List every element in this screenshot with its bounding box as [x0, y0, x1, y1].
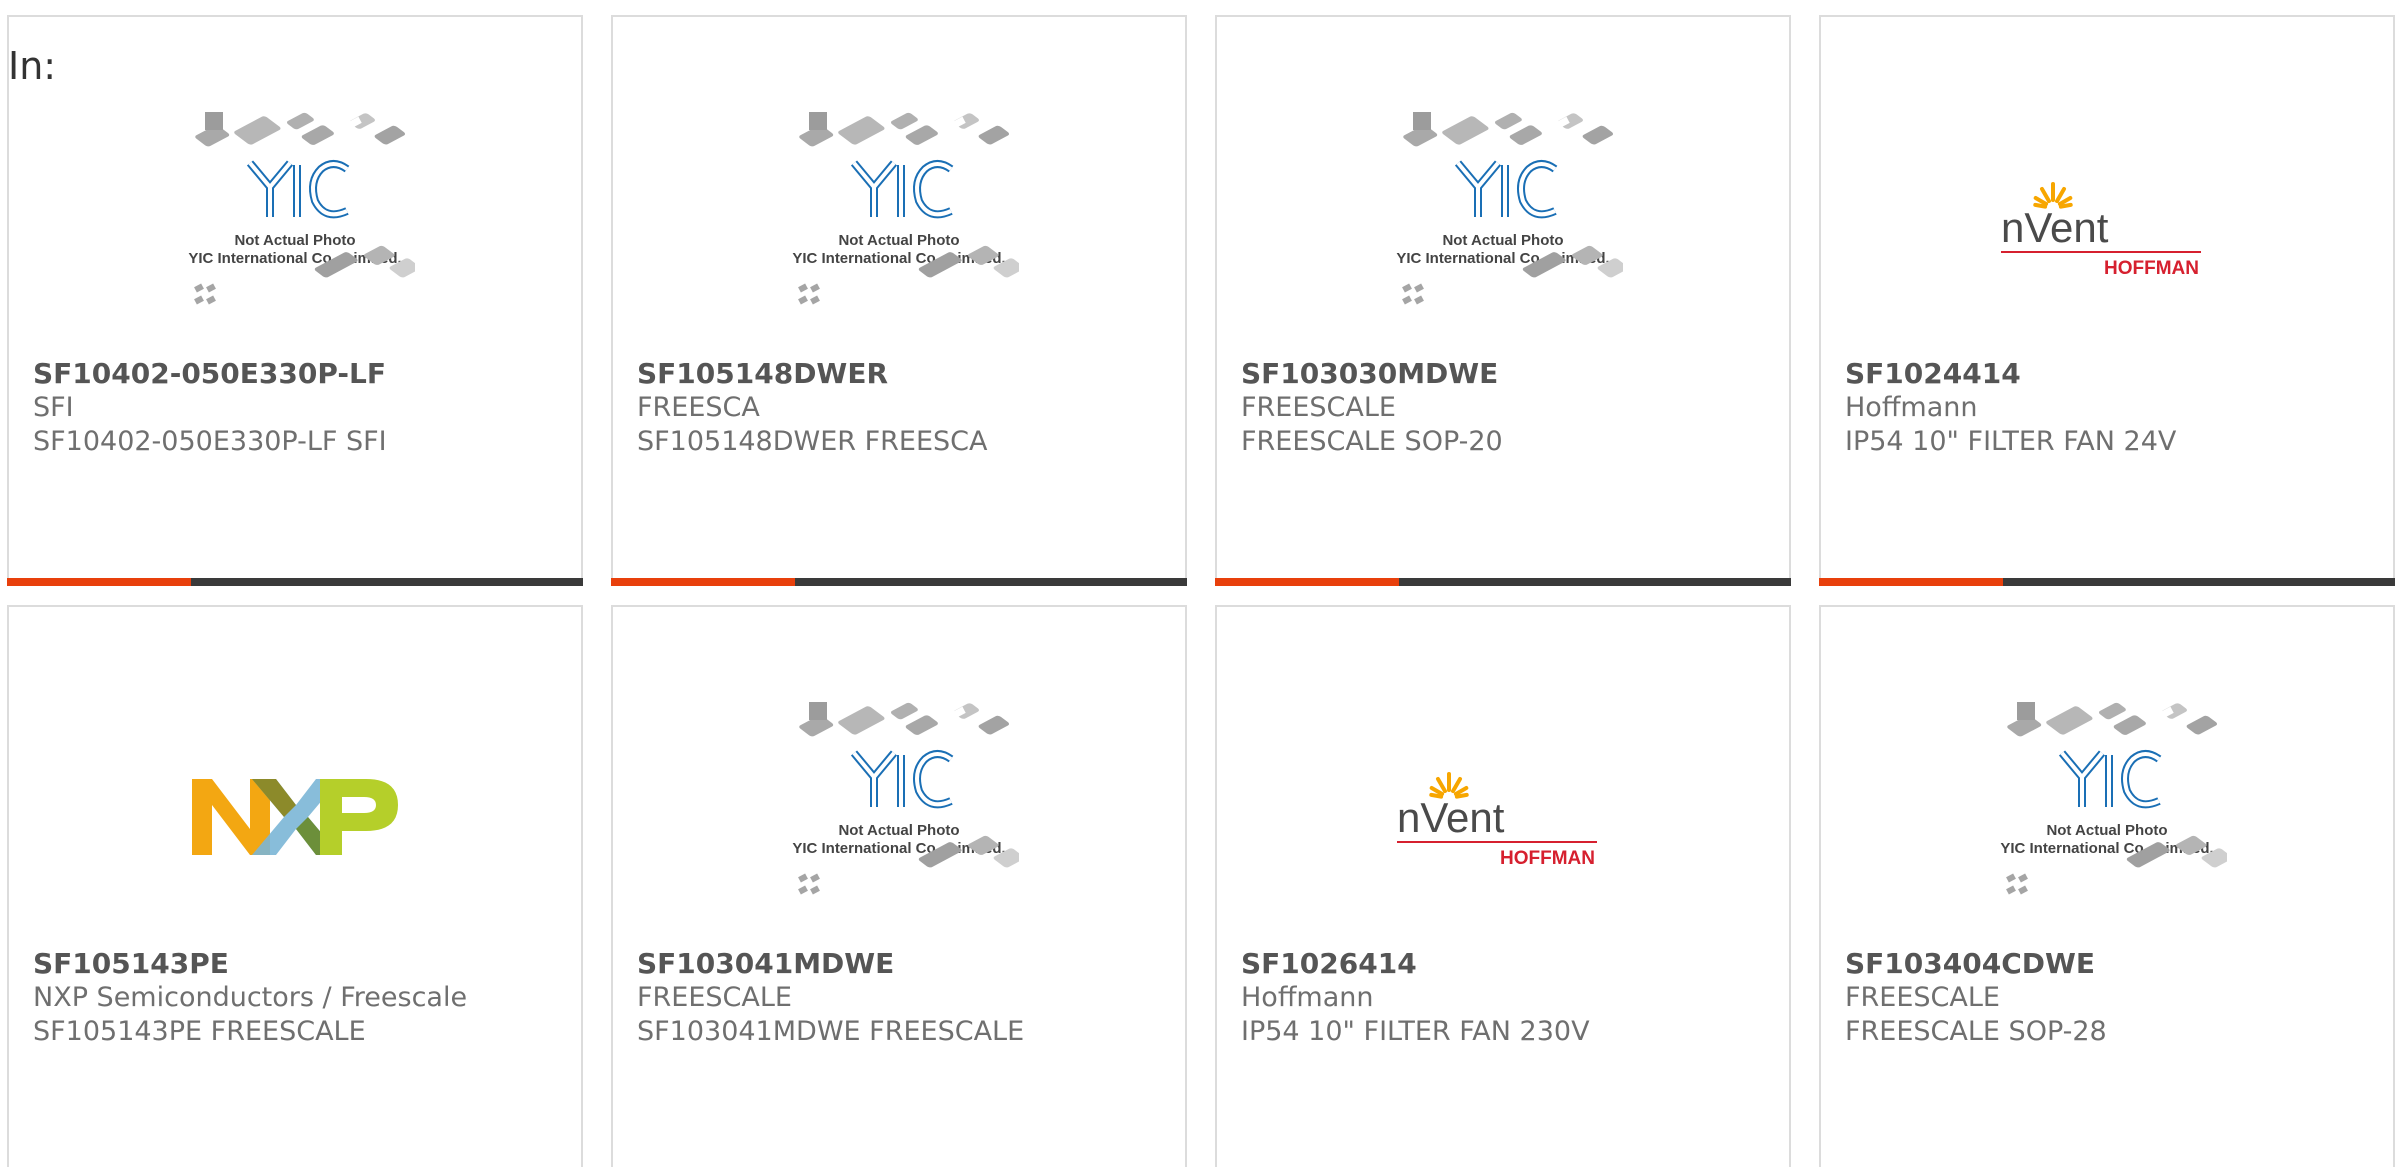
yic-placeholder-logo: Not Actual PhotoYIC International Co., L…: [188, 112, 415, 319]
description: SF105143PE FREESCALE: [33, 1016, 366, 1047]
product-image[interactable]: [9, 692, 581, 942]
description: FREESCALE SOP-28: [1845, 1016, 2107, 1047]
part-number[interactable]: SF1026414: [1241, 947, 1779, 981]
part-number[interactable]: SF103404CDWE: [1845, 947, 2383, 981]
manufacturer: SFI: [33, 392, 74, 423]
card-bottom-bar: [7, 578, 583, 586]
svg-text:nVent: nVent: [2001, 204, 2109, 251]
part-number[interactable]: SF103041MDWE: [637, 947, 1175, 981]
nvent-hoffman-logo: nVent HOFFMAN: [1397, 772, 1597, 869]
part-number[interactable]: SF1024414: [1845, 357, 2383, 391]
svg-text:Not Actual Photo: Not Actual Photo: [838, 822, 959, 839]
part-number[interactable]: SF105148DWER: [637, 357, 1175, 391]
description: IP54 10" FILTER FAN 230V: [1241, 1016, 1590, 1047]
part-number[interactable]: SF10402-050E330P-LF: [33, 357, 571, 391]
manufacturer: Hoffmann: [1845, 392, 1978, 423]
product-image[interactable]: Not Actual Photo YIC International Co., L…: [9, 102, 581, 352]
manufacturer: FREESCALE: [1845, 982, 2000, 1013]
card-bottom-bar: [1215, 578, 1791, 586]
product-card[interactable]: SF105143PE NXP Semiconductors / Freescal…: [7, 605, 583, 1167]
description: FREESCALE SOP-20: [1241, 426, 1503, 457]
product-card[interactable]: nVent HOFFMAN SF1024414 Hoffmann IP54 10"…: [1819, 15, 2395, 586]
product-image[interactable]: nVent HOFFMAN: [1217, 692, 1789, 942]
description: SF10402-050E330P-LF SFI: [33, 426, 387, 457]
description: SF103041MDWE FREESCALE: [637, 1016, 1025, 1047]
card-bottom-bar: [611, 578, 1187, 586]
product-image[interactable]: Not Actual Photo YIC International Co., L…: [613, 692, 1185, 942]
description: SF105148DWER FREESCA: [637, 426, 988, 457]
svg-text:HOFFMAN: HOFFMAN: [2104, 258, 2199, 279]
card-accent-bar: [611, 578, 795, 586]
svg-text:Not Actual Photo: Not Actual Photo: [2046, 822, 2167, 839]
manufacturer: FREESCALE: [637, 982, 792, 1013]
product-image[interactable]: nVent HOFFMAN: [1821, 102, 2393, 352]
nvent-hoffman-logo: nVent HOFFMAN: [2001, 182, 2201, 279]
svg-text:Not Actual Photo: Not Actual Photo: [234, 232, 355, 249]
product-image[interactable]: Not Actual Photo YIC International Co., L…: [1821, 692, 2393, 942]
product-grid-page: In: Not Actual Photo YIC International Co…: [0, 0, 2400, 1167]
card-accent-bar: [1819, 578, 2003, 586]
yic-placeholder-logo: Not Actual PhotoYIC International Co., L…: [792, 112, 1019, 319]
yic-placeholder-logo: Not Actual PhotoYIC International Co., L…: [1396, 112, 1623, 319]
svg-text:Not Actual Photo: Not Actual Photo: [1442, 232, 1563, 249]
part-number[interactable]: SF105143PE: [33, 947, 571, 981]
manufacturer: Hoffmann: [1241, 982, 1374, 1013]
card-bottom-bar: [1819, 578, 2395, 586]
product-card[interactable]: nVent HOFFMAN SF1026414 Hoffmann IP54 10"…: [1215, 605, 1791, 1167]
svg-text:Not Actual Photo: Not Actual Photo: [838, 232, 959, 249]
part-number[interactable]: SF103030MDWE: [1241, 357, 1779, 391]
product-card[interactable]: Not Actual Photo YIC International Co., L…: [611, 605, 1187, 1167]
product-image[interactable]: Not Actual Photo YIC International Co., L…: [613, 102, 1185, 352]
in-label: In:: [8, 44, 57, 88]
svg-text:nVent: nVent: [1397, 794, 1505, 841]
yic-placeholder-logo: Not Actual PhotoYIC International Co., L…: [792, 702, 1019, 909]
manufacturer: NXP Semiconductors / Freescale: [33, 982, 468, 1013]
svg-text:HOFFMAN: HOFFMAN: [1500, 848, 1595, 869]
yic-placeholder-logo: Not Actual PhotoYIC International Co., L…: [2000, 702, 2227, 909]
product-card[interactable]: Not Actual Photo YIC International Co., L…: [1819, 605, 2395, 1167]
product-card[interactable]: Not Actual Photo YIC International Co., L…: [611, 15, 1187, 586]
manufacturer: FREESCA: [637, 392, 760, 423]
product-card[interactable]: Not Actual Photo YIC International Co., L…: [7, 15, 583, 586]
description: IP54 10" FILTER FAN 24V: [1845, 426, 2177, 457]
nxp-logo: [192, 779, 398, 855]
manufacturer: FREESCALE: [1241, 392, 1396, 423]
product-image[interactable]: Not Actual Photo YIC International Co., L…: [1217, 102, 1789, 352]
card-accent-bar: [7, 578, 191, 586]
product-card[interactable]: Not Actual Photo YIC International Co., L…: [1215, 15, 1791, 586]
card-accent-bar: [1215, 578, 1399, 586]
